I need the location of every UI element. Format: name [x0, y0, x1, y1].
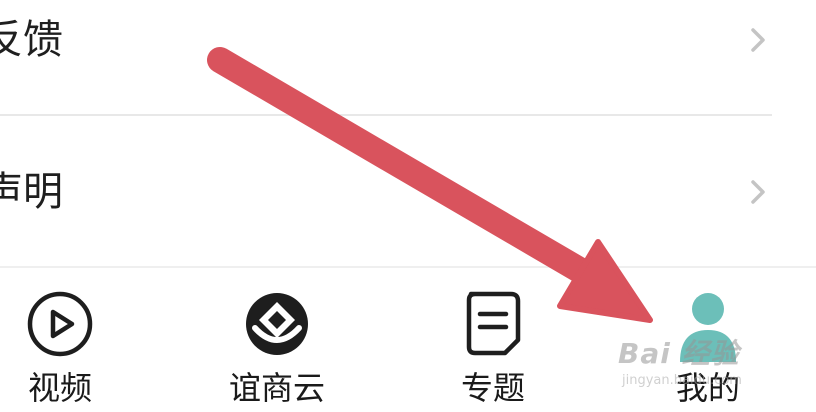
document-lines-icon — [466, 291, 521, 356]
tab-label: 谊商云 — [228, 369, 325, 407]
tab-label: 视频 — [27, 369, 92, 407]
chevron-right-icon — [751, 28, 765, 52]
menu-item-label: 声明 — [0, 169, 63, 215]
tab-label: 专题 — [460, 369, 525, 407]
menu-item-statement[interactable]: 声明 — [0, 117, 816, 267]
play-circle-icon — [27, 291, 93, 357]
menu-item-label: 反馈 — [0, 17, 63, 63]
tab-mine[interactable]: 我的 — [628, 268, 788, 412]
tab-yishangyun[interactable]: 谊商云 — [197, 268, 357, 412]
tab-topic[interactable]: 专题 — [413, 268, 573, 412]
menu-divider — [0, 114, 772, 116]
user-profile-icon — [680, 293, 736, 362]
tab-video[interactable]: 视频 — [0, 268, 140, 412]
yishangyun-logo-icon — [246, 293, 308, 355]
chevron-right-icon — [751, 180, 765, 204]
menu-item-feedback[interactable]: 反馈 — [0, 0, 816, 115]
tab-label: 我的 — [675, 369, 740, 407]
